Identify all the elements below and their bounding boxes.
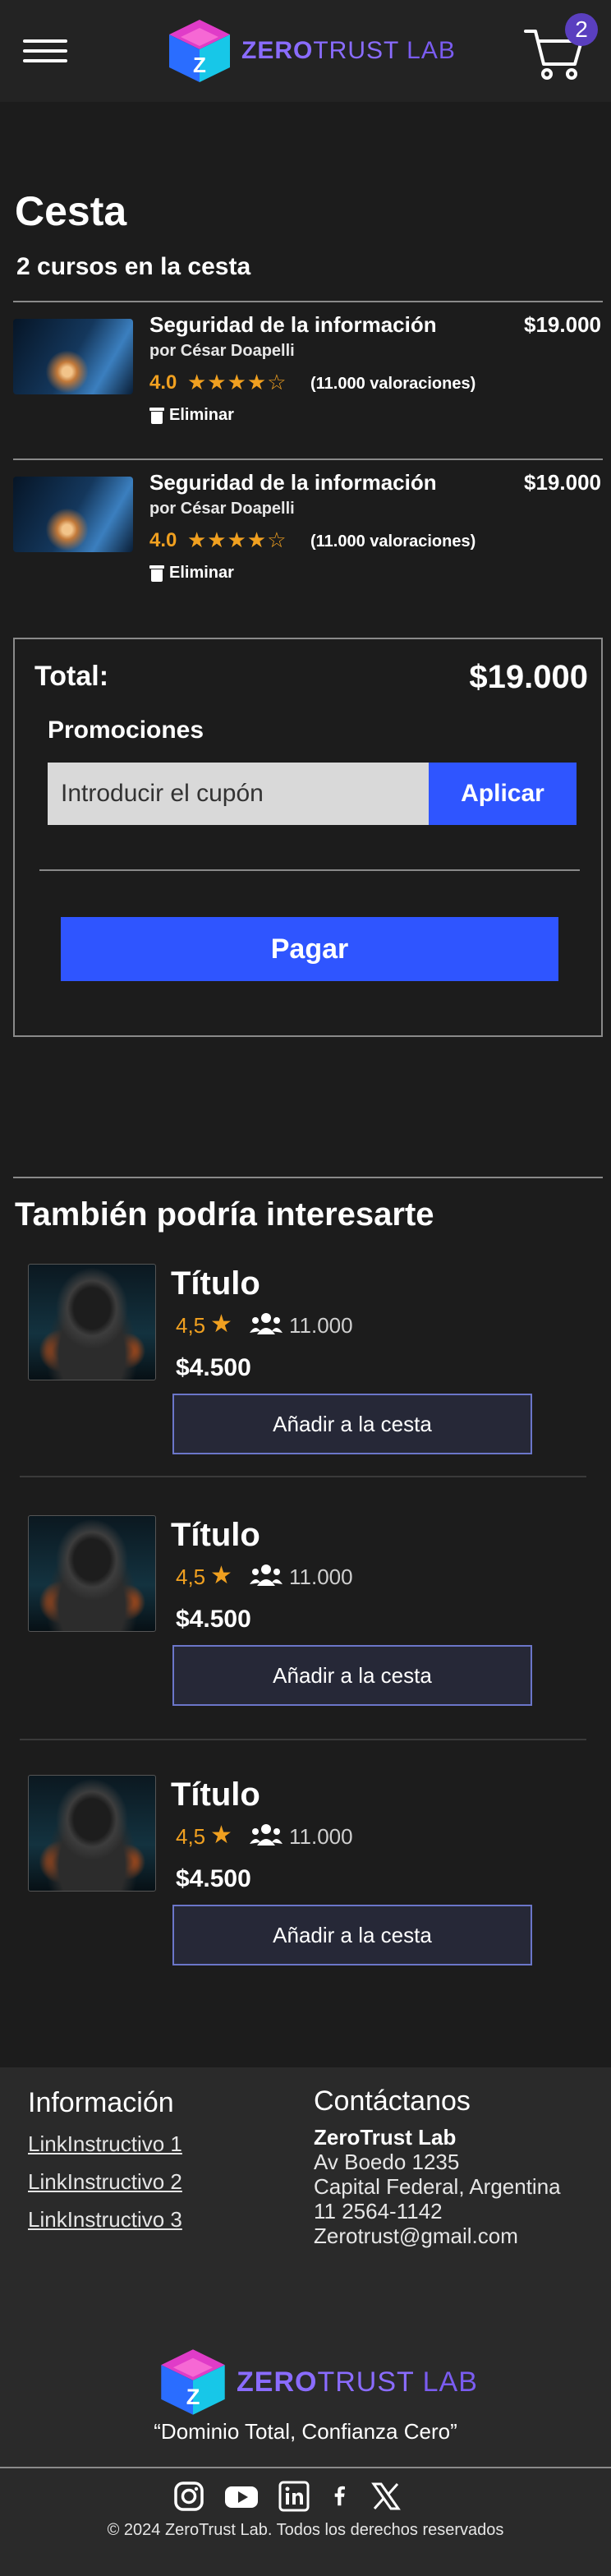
course-reviews: (11.000 valoraciones) [310, 375, 476, 393]
copyright: © 2024 ZeroTrust Lab. Todos los derechos… [107, 2521, 504, 2539]
divider [0, 2467, 611, 2468]
course-thumbnail[interactable] [28, 1775, 156, 1892]
rating-stars-icon: ★★★★☆ [187, 370, 287, 394]
total-label: Total: [34, 661, 109, 692]
course-title[interactable]: Seguridad de la información [149, 470, 437, 495]
course-thumbnail[interactable] [13, 319, 133, 394]
cart-count-label: 2 cursos en la cesta [16, 253, 251, 280]
add-to-cart-button[interactable]: Añadir a la cesta [172, 1394, 532, 1454]
rating-stars-icon: ★★★★☆ [187, 528, 287, 552]
star-icon: ★ [210, 1822, 232, 1849]
site-footer: Información LinkInstructivo 1 LinkInstru… [0, 2067, 611, 2576]
contact-phone: 11 2564-1142 [314, 2199, 443, 2223]
course-title[interactable]: Título [171, 1776, 260, 1813]
footer-contact-title: Contáctanos [314, 2085, 471, 2117]
course-author: por César Doapelli [149, 500, 295, 518]
course-thumbnail[interactable] [13, 477, 133, 552]
star-icon: ★ [210, 1562, 232, 1589]
footer-link[interactable]: LinkInstructivo 2 [28, 2169, 182, 2195]
recommendations-title: También podría interesarte [15, 1196, 434, 1233]
cart-count-badge: 2 [565, 13, 598, 46]
contact-email[interactable]: Zerotrust@gmail.com [314, 2223, 518, 2249]
contact-address: Av Boedo 1235 [314, 2150, 460, 2174]
course-price: $19.000 [524, 470, 601, 495]
site-header: Z ZEROTRUST LAB 2 [0, 0, 611, 102]
course-price: $4.500 [176, 1865, 251, 1892]
social-links [172, 2478, 419, 2514]
divider [39, 869, 580, 871]
brand-name: ZEROTRUST LAB [237, 2366, 478, 2398]
course-rating: 4.0 [149, 529, 177, 551]
course-rating: 4,5 [176, 1313, 206, 1338]
svg-text:Z: Z [186, 2384, 200, 2409]
x-icon[interactable] [370, 2480, 402, 2513]
footer-link[interactable]: LinkInstructivo 1 [28, 2131, 182, 2157]
students-icon [250, 1564, 283, 1586]
footer-link[interactable]: LinkInstructivo 3 [28, 2207, 182, 2233]
promotions-label: Promociones [48, 717, 204, 744]
add-to-cart-button[interactable]: Añadir a la cesta [172, 1645, 532, 1706]
cart-item: Seguridad de la información por César Do… [13, 459, 601, 590]
students-icon [250, 1824, 283, 1846]
course-rating: 4,5 [176, 1564, 206, 1589]
course-thumbnail[interactable] [28, 1515, 156, 1632]
remove-item-button[interactable]: Eliminar [149, 564, 234, 583]
remove-label: Eliminar [169, 564, 234, 582]
course-price: $4.500 [176, 1354, 251, 1381]
trash-icon [149, 565, 164, 582]
course-author: por César Doapelli [149, 342, 295, 360]
divider [20, 1739, 586, 1740]
remove-label: Eliminar [169, 406, 234, 424]
logo-cube-icon: Z [169, 20, 230, 82]
youtube-icon[interactable] [223, 2480, 260, 2513]
logo-cube-icon: Z [161, 2349, 225, 2415]
course-price: $19.000 [524, 312, 601, 337]
course-thumbnail[interactable] [28, 1264, 156, 1380]
course-rating: 4,5 [176, 1824, 206, 1849]
svg-text:Z: Z [193, 53, 206, 77]
students-icon [250, 1313, 283, 1334]
remove-item-button[interactable]: Eliminar [149, 406, 234, 425]
course-title[interactable]: Seguridad de la información [149, 312, 437, 338]
cart-item: Seguridad de la información por César Do… [13, 301, 601, 432]
apply-coupon-button[interactable]: Aplicar [429, 763, 577, 825]
course-price: $4.500 [176, 1606, 251, 1633]
star-icon: ★ [210, 1311, 232, 1338]
divider [13, 1177, 603, 1178]
facebook-icon[interactable] [328, 2480, 351, 2513]
footer-tagline: “Dominio Total, Confianza Cero” [154, 2419, 457, 2444]
students-count: 11.000 [289, 1564, 353, 1589]
page-title: Cesta [15, 188, 127, 234]
contact-name: ZeroTrust Lab [314, 2125, 457, 2150]
recommended-course-card: Título 4,5 ★ 11.000 $4.500 Añadir a la c… [18, 1775, 593, 2021]
contact-city: Capital Federal, Argentina [314, 2174, 561, 2199]
brand-name: ZEROTRUST LAB [241, 37, 456, 64]
coupon-input[interactable] [48, 763, 429, 825]
pay-button[interactable]: Pagar [61, 917, 558, 981]
students-count: 11.000 [289, 1313, 353, 1338]
course-title[interactable]: Título [171, 1517, 260, 1554]
total-value: $19.000 [469, 659, 588, 695]
order-summary: Total: $19.000 Promociones Aplicar Pagar [13, 638, 603, 1037]
course-reviews: (11.000 valoraciones) [310, 532, 476, 551]
footer-brand-logo[interactable]: Z ZEROTRUST LAB [156, 2345, 478, 2419]
brand-logo[interactable]: Z ZEROTRUST LAB [164, 16, 456, 85]
trash-icon [149, 407, 164, 424]
course-rating: 4.0 [149, 371, 177, 394]
divider [20, 1476, 586, 1477]
footer-info-title: Información [28, 2087, 174, 2118]
add-to-cart-button[interactable]: Añadir a la cesta [172, 1905, 532, 1965]
course-title[interactable]: Título [171, 1265, 260, 1302]
menu-icon[interactable] [23, 36, 67, 66]
linkedin-icon[interactable] [278, 2480, 310, 2513]
recommended-course-card: Título 4,5 ★ 11.000 $4.500 Añadir a la c… [18, 1264, 593, 1510]
students-count: 11.000 [289, 1824, 353, 1849]
recommended-course-card: Título 4,5 ★ 11.000 $4.500 Añadir a la c… [18, 1515, 593, 1762]
instagram-icon[interactable] [172, 2480, 205, 2513]
